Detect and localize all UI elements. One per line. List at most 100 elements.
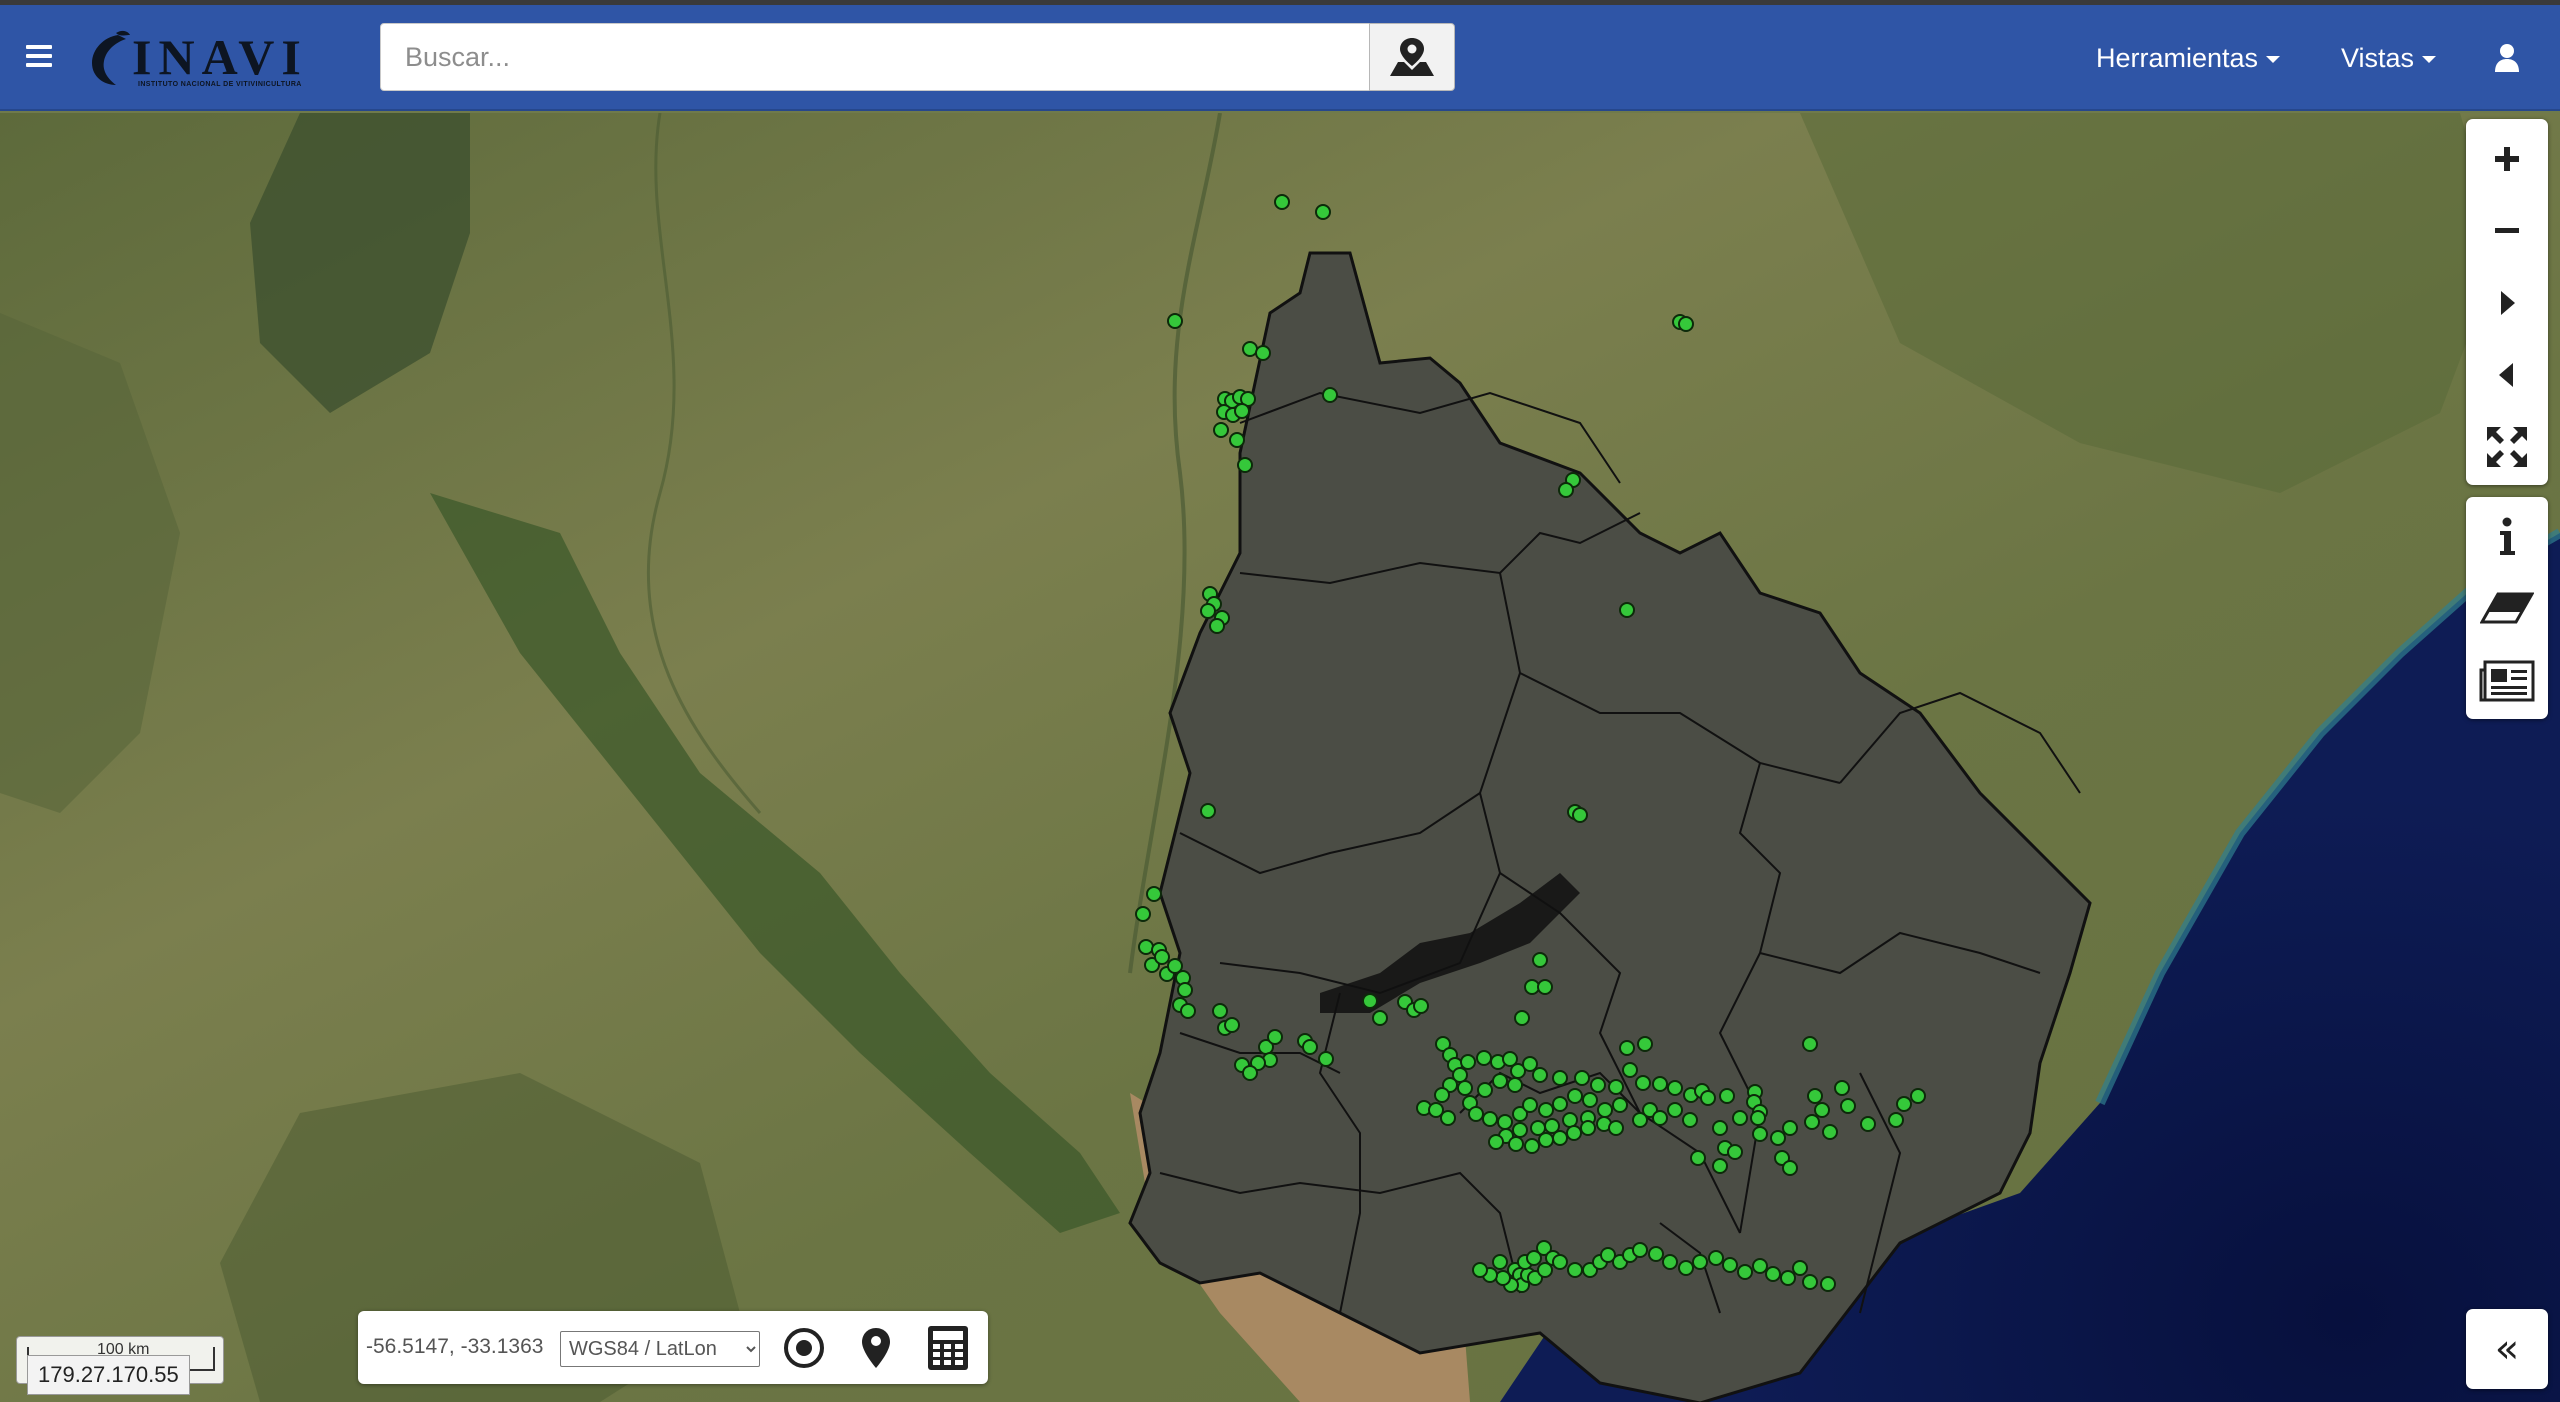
vineyard-marker[interactable] (1562, 1112, 1578, 1128)
vineyard-marker[interactable] (1727, 1144, 1743, 1160)
vineyard-marker[interactable] (1537, 979, 1553, 995)
vineyard-marker[interactable] (1512, 1122, 1528, 1138)
vineyard-marker[interactable] (1667, 1102, 1683, 1118)
print-button[interactable] (2466, 645, 2548, 717)
vineyard-marker[interactable] (1802, 1036, 1818, 1052)
vineyard-marker[interactable] (1667, 1080, 1683, 1096)
vineyard-marker[interactable] (1234, 403, 1250, 419)
tools-menu[interactable]: Herramientas (2096, 43, 2281, 74)
calculator-button[interactable] (922, 1322, 974, 1374)
vineyard-marker[interactable] (1522, 1097, 1538, 1113)
vineyard-marker[interactable] (1567, 1262, 1583, 1278)
vineyard-marker[interactable] (1632, 1242, 1648, 1258)
info-button[interactable] (2466, 501, 2548, 573)
vineyard-marker[interactable] (1492, 1254, 1508, 1270)
next-extent-button[interactable] (2466, 267, 2548, 339)
vineyard-marker[interactable] (1146, 886, 1162, 902)
vineyard-marker[interactable] (1167, 958, 1183, 974)
vineyard-marker[interactable] (1477, 1082, 1493, 1098)
vineyard-marker[interactable] (1552, 1070, 1568, 1086)
vineyard-marker[interactable] (1648, 1246, 1664, 1262)
vineyard-marker[interactable] (1770, 1130, 1786, 1146)
vineyard-marker[interactable] (1834, 1080, 1850, 1096)
vineyard-marker[interactable] (1612, 1097, 1628, 1113)
map-canvas[interactable] (0, 113, 2560, 1402)
vineyard-marker[interactable] (1765, 1266, 1781, 1282)
vineyard-marker[interactable] (1752, 1126, 1768, 1142)
collapse-panel-button[interactable]: « (2466, 1309, 2548, 1389)
vineyard-marker[interactable] (1507, 1077, 1523, 1093)
vineyard-marker[interactable] (1224, 1017, 1240, 1033)
previous-extent-button[interactable] (2466, 339, 2548, 411)
vineyard-marker[interactable] (1572, 807, 1588, 823)
vineyard-marker[interactable] (1662, 1254, 1678, 1270)
vineyard-marker[interactable] (1242, 341, 1258, 357)
vineyard-marker[interactable] (1372, 1010, 1388, 1026)
vineyard-marker[interactable] (1792, 1260, 1808, 1276)
vineyard-marker[interactable] (1652, 1110, 1668, 1126)
vineyard-marker[interactable] (1752, 1258, 1768, 1274)
vineyard-marker[interactable] (1492, 1073, 1508, 1089)
vineyard-marker[interactable] (1154, 949, 1170, 965)
vineyard-marker[interactable] (1567, 1088, 1583, 1104)
user-icon[interactable] (2494, 43, 2520, 78)
vineyard-marker[interactable] (1678, 1260, 1694, 1276)
vineyard-marker[interactable] (1302, 1039, 1318, 1055)
vineyard-marker[interactable] (1322, 387, 1338, 403)
vineyard-marker[interactable] (1712, 1120, 1728, 1136)
vineyard-marker[interactable] (1637, 1036, 1653, 1052)
vineyard-marker[interactable] (1472, 1262, 1488, 1278)
zoom-in-button[interactable] (2466, 123, 2548, 195)
vineyard-marker[interactable] (1552, 1254, 1568, 1270)
vineyard-marker[interactable] (1532, 952, 1548, 968)
vineyard-marker[interactable] (1209, 618, 1225, 634)
vineyard-marker[interactable] (1274, 194, 1290, 210)
vineyard-marker[interactable] (1558, 482, 1574, 498)
vineyard-marker[interactable] (1802, 1274, 1818, 1290)
place-marker-button[interactable] (850, 1322, 902, 1374)
vineyard-marker[interactable] (1574, 1070, 1590, 1086)
vineyard-marker[interactable] (1619, 602, 1635, 618)
center-target-button[interactable] (778, 1322, 830, 1374)
vineyard-marker[interactable] (1488, 1134, 1504, 1150)
vineyard-marker[interactable] (1608, 1120, 1624, 1136)
vineyard-marker[interactable] (1212, 1003, 1228, 1019)
vineyard-marker[interactable] (1460, 1054, 1476, 1070)
vineyard-marker[interactable] (1413, 998, 1429, 1014)
vineyard-marker[interactable] (1780, 1270, 1796, 1286)
vineyard-marker[interactable] (1910, 1088, 1926, 1104)
vineyard-marker[interactable] (1814, 1102, 1830, 1118)
vineyard-marker[interactable] (1750, 1110, 1766, 1126)
vineyard-marker[interactable] (1200, 603, 1216, 619)
vineyard-marker[interactable] (1597, 1102, 1613, 1118)
vineyard-marker[interactable] (1678, 316, 1694, 332)
zoom-out-button[interactable] (2466, 195, 2548, 267)
vineyard-marker[interactable] (1622, 1062, 1638, 1078)
vineyard-marker[interactable] (1566, 1125, 1582, 1141)
inavi-logo[interactable]: INAVI INSTITUTO NACIONAL DE VITIVINICULT… (86, 27, 318, 93)
vineyard-marker[interactable] (1524, 1138, 1540, 1154)
vineyard-marker[interactable] (1860, 1116, 1876, 1132)
vineyard-marker[interactable] (1482, 1111, 1498, 1127)
vineyard-marker[interactable] (1532, 1067, 1548, 1083)
vineyard-marker[interactable] (1180, 1003, 1196, 1019)
vineyard-marker[interactable] (1896, 1096, 1912, 1112)
vineyard-marker[interactable] (1135, 906, 1151, 922)
vineyard-marker[interactable] (1476, 1050, 1492, 1066)
vineyard-marker[interactable] (1508, 1136, 1524, 1152)
vineyard-marker[interactable] (1229, 432, 1245, 448)
vineyard-marker[interactable] (1635, 1075, 1651, 1091)
vineyard-marker[interactable] (1888, 1112, 1904, 1128)
vineyard-marker[interactable] (1552, 1096, 1568, 1112)
vineyard-marker[interactable] (1708, 1250, 1724, 1266)
vineyard-marker[interactable] (1434, 1087, 1450, 1103)
vineyard-marker[interactable] (1822, 1124, 1838, 1140)
vineyard-marker[interactable] (1200, 803, 1216, 819)
vineyard-marker[interactable] (1820, 1276, 1836, 1292)
crs-select[interactable]: WGS84 / LatLon (560, 1331, 760, 1367)
vineyard-marker[interactable] (1318, 1051, 1334, 1067)
vineyard-marker[interactable] (1440, 1110, 1456, 1126)
vineyard-marker[interactable] (1692, 1254, 1708, 1270)
vineyard-marker[interactable] (1719, 1088, 1735, 1104)
vineyard-marker[interactable] (1712, 1158, 1728, 1174)
